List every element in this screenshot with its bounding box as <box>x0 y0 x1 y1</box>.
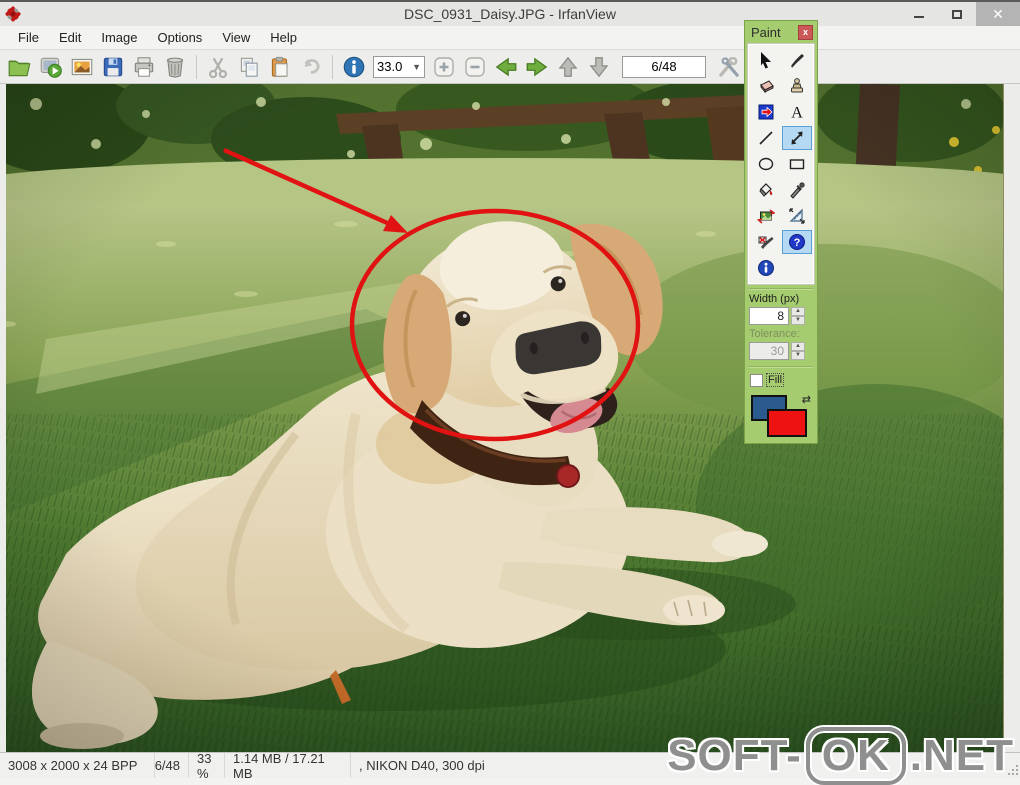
color-picker-tool[interactable] <box>782 178 812 202</box>
zoom-value: 33.0 <box>377 59 403 74</box>
slideshow-icon[interactable] <box>37 53 65 81</box>
watermark-prefix: SOFT- <box>667 731 802 780</box>
resize-grip[interactable] <box>1008 765 1018 775</box>
menu-view[interactable]: View <box>212 27 260 48</box>
window-title: DSC_0931_Daisy.JPG - IrfanView <box>404 6 616 22</box>
paint-panel-titlebar[interactable]: Paint x <box>747 23 815 43</box>
fill-label: Fill <box>766 373 785 387</box>
paint-panel[interactable]: Paint x A ? Width (px) 8 ▲ ▼ Tolerance: … <box>744 20 818 444</box>
paste-icon[interactable] <box>266 53 294 81</box>
page-counter-field[interactable]: 6/48 <box>622 55 706 78</box>
svg-text:A: A <box>791 105 803 122</box>
straighten-tool[interactable] <box>751 204 781 228</box>
fill-option[interactable]: Fill <box>747 370 815 389</box>
text-tool[interactable]: A <box>782 100 812 124</box>
info-icon[interactable] <box>340 53 368 81</box>
spin-down-icon[interactable]: ▼ <box>791 316 805 325</box>
fill-checkbox[interactable] <box>750 373 763 387</box>
thumbnails-icon[interactable] <box>68 53 96 81</box>
paint-tools-grid: A ? <box>747 43 815 285</box>
panel-divider <box>749 288 813 289</box>
zoom-in-icon[interactable] <box>430 53 458 81</box>
properties-icon[interactable] <box>715 53 743 81</box>
menu-help[interactable]: Help <box>260 27 307 48</box>
panel-divider <box>749 366 813 367</box>
swap-colors-icon[interactable]: ⇄ <box>802 393 811 406</box>
tolerance-value-field: 30 <box>749 342 789 360</box>
svg-text:?: ? <box>794 237 801 249</box>
prev-image-icon[interactable] <box>492 53 520 81</box>
page-counter-value: 6/48 <box>651 59 677 74</box>
main-toolbar: 33.0 ▼ 6/48 <box>0 50 1020 84</box>
clone-tool[interactable] <box>782 74 812 98</box>
minimize-icon[interactable] <box>900 2 938 26</box>
menu-file[interactable]: File <box>8 27 49 48</box>
prev-page-icon[interactable] <box>554 53 582 81</box>
tolerance-stepper: 30 ▲ ▼ <box>747 341 815 362</box>
red-eye-tool[interactable] <box>751 230 781 254</box>
window-right-border <box>1003 84 1020 752</box>
menu-options[interactable]: Options <box>148 27 213 48</box>
chevron-down-icon: ▼ <box>412 61 421 72</box>
canvas-area <box>0 84 1020 752</box>
zoom-combobox[interactable]: 33.0 ▼ <box>373 55 425 78</box>
fill-tool[interactable] <box>751 178 781 202</box>
menu-bar: File Edit Image Options View Help <box>0 26 1020 50</box>
watermark-boxed: OK <box>805 727 906 785</box>
menu-edit[interactable]: Edit <box>49 27 91 48</box>
paint-panel-title: Paint <box>751 25 781 40</box>
pointer-tool[interactable] <box>751 48 781 72</box>
width-stepper[interactable]: 8 ▲ ▼ <box>747 306 815 327</box>
paint-close-icon[interactable]: x <box>798 25 813 40</box>
eraser-tool[interactable] <box>751 74 781 98</box>
status-index: 6/48 <box>155 753 189 778</box>
next-page-icon[interactable] <box>585 53 613 81</box>
measure-tool[interactable] <box>782 204 812 228</box>
delete-icon[interactable] <box>161 53 189 81</box>
primary-color-swatch[interactable] <box>767 409 807 437</box>
menu-image[interactable]: Image <box>91 27 147 48</box>
title-bar[interactable]: DSC_0931_Daisy.JPG - IrfanView ✕ <box>0 2 1020 26</box>
color-swatches[interactable]: ⇄ <box>751 393 811 439</box>
zoom-out-icon[interactable] <box>461 53 489 81</box>
toolbar-separator <box>196 54 197 79</box>
tool-grid-spacer <box>782 256 812 280</box>
watermark-suffix: .NET <box>909 731 1014 780</box>
irfanview-window: DSC_0931_Daisy.JPG - IrfanView ✕ File Ed… <box>0 0 1020 785</box>
cut-icon[interactable] <box>204 53 232 81</box>
status-file-size: 1.14 MB / 17.21 MB <box>225 751 351 781</box>
spin-down-icon: ▼ <box>791 351 805 360</box>
brush-tool[interactable] <box>782 48 812 72</box>
tolerance-label: Tolerance: <box>749 328 800 340</box>
close-icon[interactable]: ✕ <box>976 2 1020 26</box>
watermark: SOFT- OK .NET <box>667 727 1014 785</box>
spin-up-icon[interactable]: ▲ <box>791 307 805 316</box>
help-button[interactable]: ? <box>782 230 812 254</box>
status-zoom: 33 % <box>189 751 225 781</box>
rectangle-tool[interactable] <box>782 152 812 176</box>
maximize-icon[interactable] <box>938 2 976 26</box>
save-icon[interactable] <box>99 53 127 81</box>
info-button[interactable] <box>751 256 781 280</box>
status-dimensions: 3008 x 2000 x 24 BPP <box>0 753 155 778</box>
arrow-line-tool[interactable] <box>782 126 812 150</box>
toolbar-separator <box>332 54 333 79</box>
copy-icon[interactable] <box>235 53 263 81</box>
undo-icon[interactable] <box>297 53 325 81</box>
width-value-field[interactable]: 8 <box>749 307 789 325</box>
print-icon[interactable] <box>130 53 158 81</box>
insert-arrow-tool[interactable] <box>751 100 781 124</box>
width-label: Width (px) <box>749 293 800 305</box>
spin-up-icon: ▲ <box>791 342 805 351</box>
line-tool[interactable] <box>751 126 781 150</box>
next-image-icon[interactable] <box>523 53 551 81</box>
open-folder-icon[interactable] <box>6 53 34 81</box>
ellipse-tool[interactable] <box>751 152 781 176</box>
photo-canvas[interactable] <box>6 84 1003 752</box>
